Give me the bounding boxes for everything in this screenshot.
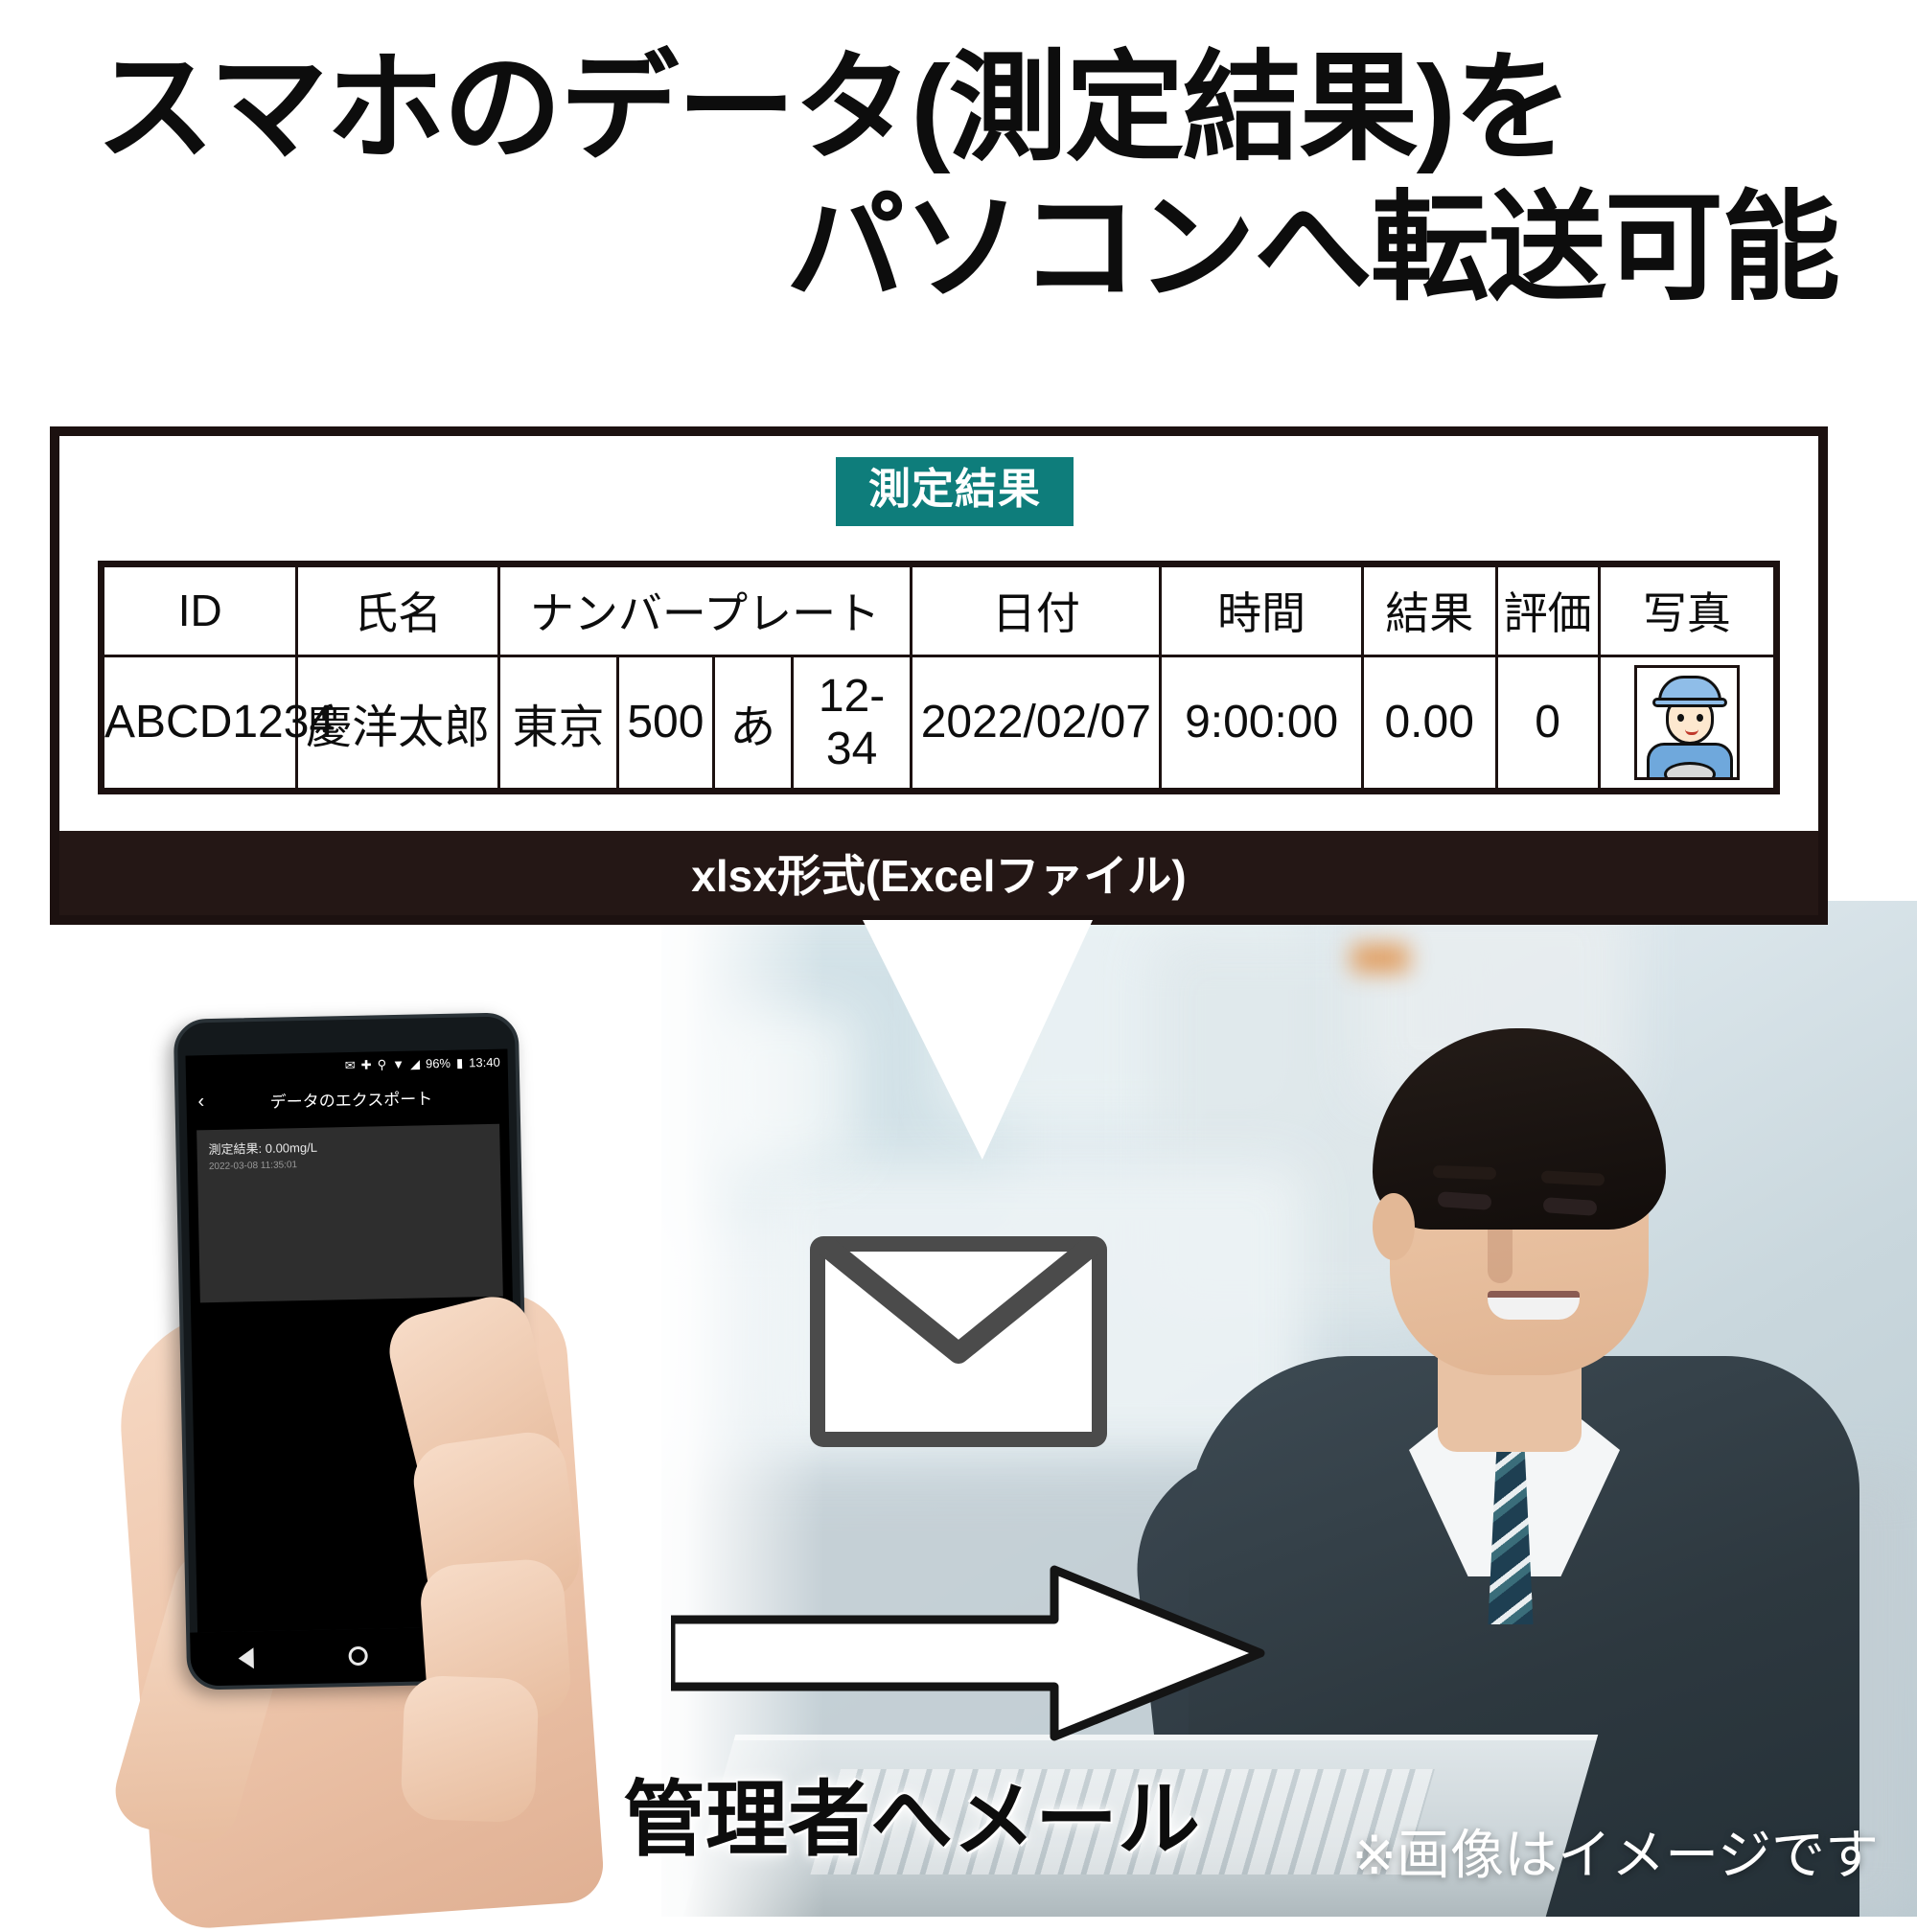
nav-back-icon[interactable] (238, 1647, 254, 1669)
chevron-left-icon[interactable]: ‹ (197, 1091, 204, 1113)
header-name: 氏名 (295, 567, 500, 657)
header-photo: 写真 (1597, 567, 1773, 657)
result-table-wrapper: ID 氏名 ナンバープレート 日付 時間 結果 評価 写真 ABCD1234 慶… (98, 561, 1780, 794)
battery-icon: ▮ (455, 1055, 464, 1070)
cell-evaluation: 0 (1494, 654, 1601, 788)
finger (400, 1674, 540, 1824)
result-table: ID 氏名 ナンバープレート 日付 時間 結果 評価 写真 ABCD1234 慶… (104, 567, 1773, 788)
status-badge: 測定結果 (836, 457, 1074, 526)
envelope-icon (810, 1236, 1107, 1447)
cell-photo (1597, 654, 1773, 788)
nav-home-icon[interactable] (348, 1645, 368, 1667)
image-disclaimer-note: ※画像はイメージです (1351, 1825, 1879, 1885)
worker-avatar-icon (1633, 664, 1740, 780)
cell-plate-number: 12-34 (790, 654, 913, 788)
right-arrow-icon (671, 1565, 1265, 1741)
table-row: ABCD1234 慶洋太郎 東京 500 あ 12-34 2022/02/07 … (104, 654, 1773, 788)
cell-date: 2022/02/07 (910, 654, 1163, 788)
signal-icon: ◢ (409, 1055, 421, 1071)
smartphone-in-hand: ✉ ✚ ⚲ ▼ ◢ 96% ▮ 13:40 ‹ データのエクスポート 測定結果:… (106, 1012, 709, 1932)
status-clock: 13:40 (469, 1054, 500, 1070)
mail-to-manager-caption: 管理者へメール (623, 1774, 1200, 1866)
header-evaluation: 評価 (1494, 567, 1601, 657)
page-title-line2: パソコンへ転送可能 (786, 182, 1840, 315)
phone-screen-title: データのエクスポート (269, 1089, 433, 1112)
header-plate: ナンバープレート (497, 567, 913, 657)
header-time: 時間 (1159, 567, 1364, 657)
header-result: 結果 (1360, 567, 1498, 657)
file-format-label: xlsx形式(Excelファイル) (59, 831, 1818, 915)
header-id: ID (104, 567, 299, 657)
messages-icon: ✉ (344, 1057, 356, 1072)
poster-canvas: スマホのデータ(測定結果)を パソコンへ転送可能 測定結果 ID 氏名 ナンバー… (0, 0, 1917, 1932)
wifi-icon: ▼ (391, 1056, 405, 1071)
cell-id: ABCD1234 (104, 654, 335, 788)
cell-plate-kana: あ (711, 654, 794, 788)
cell-name: 慶洋太郎 (295, 654, 500, 788)
battery-percent: 96% (425, 1055, 451, 1070)
list-item-primary: 測定結果: 0.00mg/L (208, 1139, 318, 1158)
page-title: スマホのデータ(測定結果)を パソコンへ転送可能 (0, 38, 1907, 319)
page-title-line1: スマホのデータ(測定結果)を (96, 42, 1573, 174)
table-header-row: ID 氏名 ナンバープレート 日付 時間 結果 評価 写真 (104, 567, 1773, 657)
cell-plate-region: 東京 (497, 654, 620, 788)
phone-appbar: ‹ データのエクスポート (186, 1074, 509, 1123)
list-item[interactable]: 測定結果: 0.00mg/L 2022-03-08 11:35:01 (196, 1123, 503, 1303)
bluetooth-icon: ✚ (360, 1057, 372, 1072)
cell-result: 0.00 (1360, 654, 1498, 788)
header-date: 日付 (910, 567, 1163, 657)
vpn-icon: ⚲ (377, 1056, 387, 1071)
cell-plate-class: 500 (616, 654, 715, 788)
measurement-result-panel: 測定結果 ID 氏名 ナンバープレート 日付 時間 結果 評価 写真 ABCD1… (50, 426, 1828, 925)
list-item-secondary: 2022-03-08 11:35:01 (208, 1160, 298, 1173)
cell-time: 9:00:00 (1159, 654, 1364, 788)
envelope-flap-icon (820, 1240, 1097, 1364)
